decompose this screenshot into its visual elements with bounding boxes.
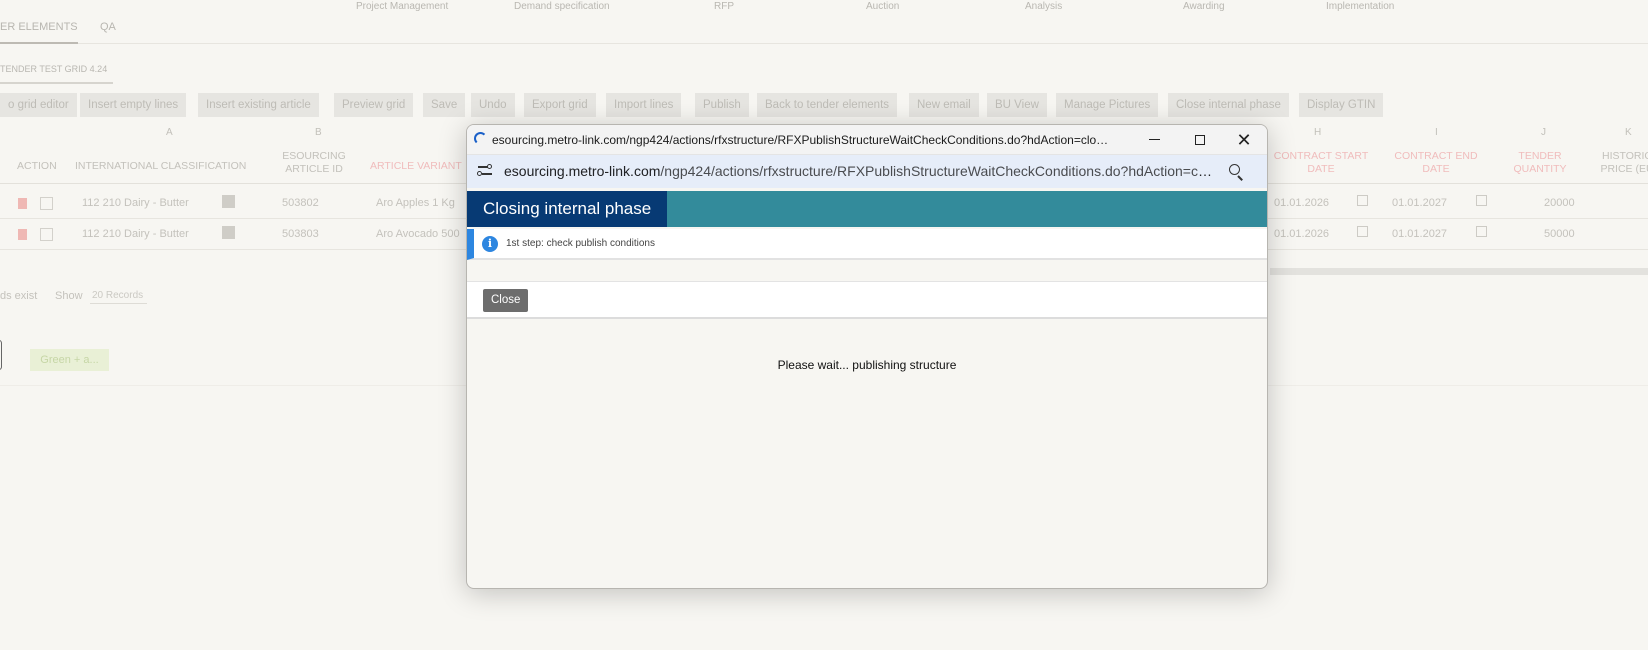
cell-article-variant[interactable]: Aro Avocado 500 bbox=[376, 228, 460, 240]
insert-existing-article-button[interactable]: Insert existing article bbox=[198, 93, 319, 117]
minimize-icon bbox=[1148, 139, 1160, 141]
dialog-header: Closing internal phase bbox=[467, 191, 1267, 227]
close-icon: ✕ bbox=[1236, 130, 1252, 150]
edge-button[interactable] bbox=[0, 340, 2, 370]
column-contract-start-date[interactable]: CONTRACT START DATE bbox=[1270, 150, 1372, 176]
minimize-button[interactable] bbox=[1131, 127, 1177, 153]
address-bar[interactable]: esourcing.metro-link.com/ngp424/actions/… bbox=[467, 155, 1267, 188]
phase-awarding[interactable]: Awarding bbox=[1183, 1, 1225, 12]
column-esourcing-article-id[interactable]: ESOURCING ARTICLE ID bbox=[276, 150, 352, 176]
delete-icon[interactable] bbox=[18, 229, 27, 240]
close-button[interactable]: Close bbox=[483, 289, 529, 312]
publish-button[interactable]: Publish bbox=[695, 93, 749, 117]
phase-implementation[interactable]: Implementation bbox=[1326, 1, 1394, 12]
column-letter-a: A bbox=[166, 127, 173, 138]
column-contract-end-date[interactable]: CONTRACT END DATE bbox=[1390, 150, 1482, 176]
cell-contract-end[interactable]: 01.01.2027 bbox=[1392, 197, 1447, 209]
phase-analysis[interactable]: Analysis bbox=[1025, 1, 1062, 12]
url-host: esourcing.metro-link.com bbox=[504, 163, 661, 179]
cell-contract-start[interactable]: 01.01.2026 bbox=[1274, 197, 1329, 209]
column-letter-b: B bbox=[315, 127, 322, 138]
column-letter-i: I bbox=[1435, 127, 1438, 138]
button-bar: Close bbox=[467, 281, 1267, 319]
dialog-title: Closing internal phase bbox=[467, 191, 668, 227]
calendar-icon[interactable] bbox=[1476, 226, 1487, 237]
top-tabs: ER ELEMENTS QA bbox=[0, 14, 1648, 44]
calendar-icon[interactable] bbox=[1476, 195, 1487, 206]
column-international-classification[interactable]: INTERNATIONAL CLASSIFICATION bbox=[75, 160, 246, 173]
cell-article-id: 503803 bbox=[282, 228, 319, 240]
undo-button[interactable]: Undo bbox=[471, 93, 515, 117]
column-historic-price[interactable]: HISTORIC PRICE (EU bbox=[1592, 150, 1648, 176]
show-label: Show bbox=[55, 290, 83, 302]
plus-icon[interactable] bbox=[222, 226, 235, 239]
cell-classification[interactable]: 112 210 Dairy - Butter bbox=[82, 197, 189, 209]
phase-demand-specification[interactable]: Demand specification bbox=[514, 1, 610, 12]
maximize-button[interactable] bbox=[1177, 127, 1223, 153]
column-letter-h: H bbox=[1314, 127, 1322, 138]
green-action-button[interactable]: Green + a... bbox=[30, 349, 109, 371]
window-titlebar[interactable]: esourcing.metro-link.com/ngp424/actions/… bbox=[467, 125, 1267, 155]
phase-rfp[interactable]: RFP bbox=[714, 1, 734, 12]
zoom-icon[interactable] bbox=[1229, 164, 1245, 181]
records-count: ds exist bbox=[0, 290, 38, 302]
tab-elements[interactable]: ER ELEMENTS bbox=[0, 21, 78, 44]
new-email-button[interactable]: New email bbox=[909, 93, 979, 117]
close-internal-phase-button[interactable]: Close internal phase bbox=[1168, 93, 1289, 117]
close-window-button[interactable]: ✕ bbox=[1221, 127, 1267, 153]
cell-article-variant[interactable]: Aro Apples 1 Kg bbox=[376, 197, 455, 209]
info-icon: i bbox=[482, 236, 498, 252]
grid-editor-button[interactable]: o grid editor bbox=[0, 93, 77, 117]
export-grid-button[interactable]: Export grid bbox=[524, 93, 596, 117]
cell-tender-quantity[interactable]: 20000 bbox=[1544, 197, 1575, 209]
preview-grid-button[interactable]: Preview grid bbox=[334, 93, 414, 117]
cell-contract-start[interactable]: 01.01.2026 bbox=[1274, 228, 1329, 240]
info-text: 1st step: check publish conditions bbox=[506, 238, 655, 249]
cell-classification[interactable]: 112 210 Dairy - Butter bbox=[82, 228, 189, 240]
import-lines-button[interactable]: Import lines bbox=[606, 93, 682, 117]
breadcrumb: TENDER TEST GRID 4.24 bbox=[0, 60, 114, 84]
calendar-icon[interactable] bbox=[1357, 195, 1368, 206]
column-letter-j: J bbox=[1541, 127, 1546, 138]
manage-pictures-button[interactable]: Manage Pictures bbox=[1056, 93, 1159, 117]
delete-icon[interactable] bbox=[18, 198, 27, 209]
back-to-tender-elements-button[interactable]: Back to tender elements bbox=[757, 93, 898, 117]
grid-toolbar: o grid editor Insert empty lines Insert … bbox=[0, 93, 1648, 119]
cell-contract-end[interactable]: 01.01.2027 bbox=[1392, 228, 1447, 240]
display-gtin-button[interactable]: Display GTIN bbox=[1299, 93, 1384, 117]
records-per-page-select[interactable]: 20 Records bbox=[90, 290, 148, 304]
wait-message: Please wait... publishing structure bbox=[777, 358, 957, 372]
cell-tender-quantity[interactable]: 50000 bbox=[1544, 228, 1575, 240]
phase-auction[interactable]: Auction bbox=[866, 1, 899, 12]
insert-empty-lines-button[interactable]: Insert empty lines bbox=[80, 93, 187, 117]
url-text[interactable]: esourcing.metro-link.com/ngp424/actions/… bbox=[504, 163, 1212, 179]
bu-view-button[interactable]: BU View bbox=[987, 93, 1047, 117]
column-action: ACTION bbox=[17, 160, 57, 172]
tab-qa[interactable]: QA bbox=[100, 21, 116, 33]
info-message: i 1st step: check publish conditions bbox=[467, 229, 1267, 260]
save-button[interactable]: Save bbox=[423, 93, 466, 117]
calendar-icon[interactable] bbox=[1357, 226, 1368, 237]
column-letter-k: K bbox=[1625, 127, 1632, 138]
maximize-icon bbox=[1195, 135, 1205, 146]
column-tender-quantity[interactable]: TENDER QUANTITY bbox=[1500, 150, 1580, 176]
phase-project-management[interactable]: Project Management bbox=[356, 1, 448, 12]
url-path: /ngp424/actions/rfxstructure/RFXPublishS… bbox=[660, 163, 1212, 179]
popup-window: esourcing.metro-link.com/ngp424/actions/… bbox=[466, 124, 1268, 589]
horizontal-scrollbar[interactable] bbox=[1270, 268, 1648, 275]
loading-spinner-icon bbox=[474, 132, 487, 145]
cell-article-id: 503802 bbox=[282, 197, 319, 209]
copy-icon[interactable] bbox=[40, 228, 53, 241]
plus-icon[interactable] bbox=[222, 195, 235, 208]
copy-icon[interactable] bbox=[40, 197, 53, 210]
column-article-variant[interactable]: ARTICLE VARIANT bbox=[370, 160, 462, 173]
phase-navigation: Project Management Demand specification … bbox=[0, 0, 1648, 14]
site-info-icon[interactable] bbox=[477, 163, 493, 179]
window-title: esourcing.metro-link.com/ngp424/actions/… bbox=[492, 133, 1112, 147]
